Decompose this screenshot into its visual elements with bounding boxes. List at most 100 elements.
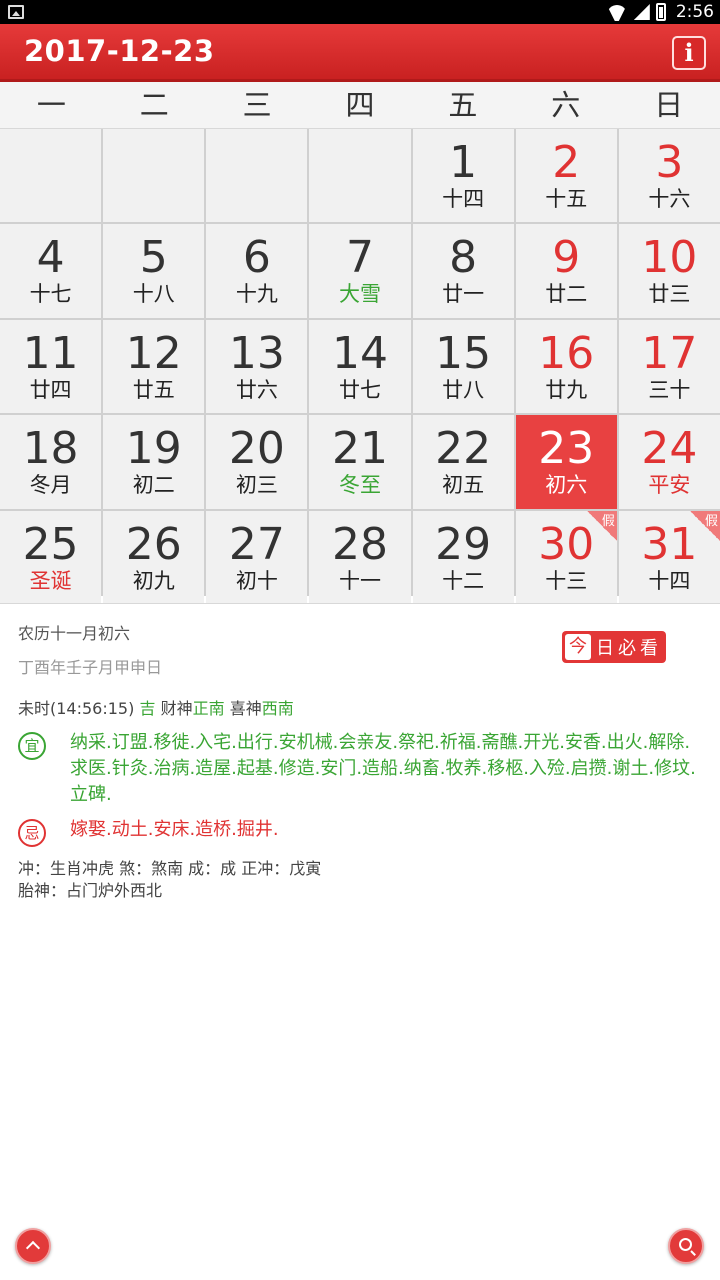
day-number: 25	[22, 518, 79, 570]
festival-label: 平安	[648, 473, 691, 498]
must-read-button[interactable]: 今 日必看	[562, 631, 666, 663]
ji-section: 忌 嫁娶.动土.安床.造桥.掘井.	[18, 817, 708, 847]
calendar-day-empty	[0, 129, 102, 223]
day-number: 4	[36, 232, 65, 284]
calendar-day[interactable]: 19 初二	[103, 415, 205, 509]
calendar-day[interactable]: 假 30 十三	[515, 510, 617, 604]
calendar-day[interactable]: 假 31 十四	[618, 510, 720, 604]
calendar-day[interactable]: 10 廿三	[618, 224, 720, 318]
day-number: 3	[655, 137, 684, 188]
ji-icon: 忌	[18, 819, 46, 847]
calendar-day[interactable]: 25 圣诞	[0, 510, 102, 604]
day-number: 26	[125, 518, 182, 570]
calendar-day-empty	[103, 129, 205, 223]
taishen-line: 胎神：占门炉外西北	[18, 881, 163, 900]
lunar-label: 初六	[545, 473, 588, 498]
calendar-day[interactable]: 21 冬至	[309, 415, 411, 509]
calendar-day[interactable]: 16 廿九	[515, 319, 617, 414]
day-number: 8	[449, 232, 478, 284]
yi-section: 宜 纳采.订盟.移徙.入宅.出行.安机械.会亲友.祭祀.祈福.斋醮.开光.安香.…	[18, 730, 708, 808]
day-number: 5	[139, 232, 168, 284]
holiday-tag: 假	[586, 510, 617, 541]
status-time: 2:56	[675, 2, 714, 22]
calendar-day-empty	[206, 129, 308, 223]
day-number: 13	[228, 327, 285, 379]
calendar-day[interactable]: 3 十六	[618, 129, 720, 223]
calendar-day[interactable]: 26 初九	[103, 510, 205, 604]
holiday-tag-label: 假	[601, 513, 615, 529]
search-button[interactable]	[668, 1228, 704, 1264]
must-read-label: 日必看	[596, 638, 662, 659]
day-number: 9	[552, 232, 581, 284]
lunar-label: 廿三	[648, 282, 691, 307]
calendar-day[interactable]: 1 十四	[412, 129, 514, 223]
calendar-day[interactable]: 6 十九	[206, 224, 308, 318]
calendar-day[interactable]: 24 平安	[618, 415, 720, 509]
solar-term-label: 冬至	[338, 473, 381, 498]
calendar-day[interactable]: 4 十七	[0, 224, 102, 318]
calendar-day-selected[interactable]: 23 初六	[515, 415, 617, 509]
day-number: 16	[538, 327, 595, 379]
weekday-label: 三	[242, 88, 272, 122]
time-luck-line: 未时(14:56:15) 吉 财神正南 喜神西南	[18, 695, 294, 719]
info-button[interactable]: i	[672, 36, 706, 70]
lunar-label: 廿八	[442, 377, 485, 402]
calendar-day[interactable]: 28 十一	[309, 510, 411, 604]
lunar-label: 十一	[338, 568, 381, 593]
calendar-day[interactable]: 17 三十	[618, 319, 720, 414]
day-number: 28	[331, 518, 388, 570]
status-icons: 2:56	[606, 0, 714, 24]
calendar-day[interactable]: 13 廿六	[206, 319, 308, 414]
calendar-day[interactable]: 15 廿八	[412, 319, 514, 414]
calendar-day[interactable]: 22 初五	[412, 415, 514, 509]
day-number: 1	[449, 137, 478, 188]
calendar-day[interactable]: 14 廿七	[309, 319, 411, 414]
status-bar: 2:56	[0, 0, 720, 24]
calendar-day[interactable]: 2 十五	[515, 129, 617, 223]
solar-term-label: 大雪	[338, 282, 381, 307]
calendar-day[interactable]: 11 廿四	[0, 319, 102, 414]
calendar-day[interactable]: 9 廿二	[515, 224, 617, 318]
lunar-label: 初九	[132, 568, 175, 593]
weekday-label: 六	[551, 88, 581, 122]
calendar-day[interactable]: 5 十八	[103, 224, 205, 318]
calendar-day[interactable]: 18 冬月	[0, 415, 102, 509]
day-number: 22	[435, 423, 492, 475]
wifi-icon	[606, 3, 628, 21]
calendar-day[interactable]: 29 十二	[412, 510, 514, 604]
calendar-day[interactable]: 12 廿五	[103, 319, 205, 414]
lunar-label: 廿七	[338, 377, 381, 402]
calendar-day[interactable]: 27 初十	[206, 510, 308, 604]
day-number: 20	[228, 423, 285, 475]
ji-activities: 嫁娶.动土.安床.造桥.掘井.	[70, 819, 279, 840]
must-read-first-char: 今	[565, 634, 591, 660]
lunar-label: 冬月	[29, 473, 72, 498]
calendar-day[interactable]: 20 初三	[206, 415, 308, 509]
weekday-header: 一 二 三 四 五 六 日	[0, 82, 720, 129]
calendar-day[interactable]: 8 廿一	[412, 224, 514, 318]
caishen-label: 财神	[160, 699, 193, 718]
lunar-label: 十八	[132, 282, 175, 307]
calendar-day[interactable]: 7 大雪	[309, 224, 411, 318]
lunar-label: 十七	[29, 282, 72, 307]
day-number: 15	[435, 327, 492, 379]
lunar-date: 农历十一月初六	[18, 624, 131, 643]
holiday-tag-label: 假	[704, 513, 718, 529]
day-details: 农历十一月初六 丁酉年壬子月甲申日 今 日必看 未时(14:56:15) 吉 财…	[0, 603, 720, 900]
weekday-label: 二	[139, 88, 169, 122]
xishen-label: 喜神	[229, 699, 262, 718]
chevron-up-icon	[25, 1240, 41, 1256]
day-number: 19	[125, 423, 182, 475]
lunar-label: 廿六	[235, 377, 278, 402]
day-number: 29	[435, 518, 492, 570]
weekday-label: 四	[345, 88, 375, 122]
caishen-direction: 正南	[192, 699, 225, 718]
lunar-label: 廿二	[545, 282, 588, 307]
selected-date-title[interactable]: 2017-12-23	[24, 34, 215, 68]
lunar-label: 廿四	[29, 377, 72, 402]
yi-activities: 纳采.订盟.移徙.入宅.出行.安机械.会亲友.祭祀.祈福.斋醮.开光.安香.出火…	[70, 732, 696, 805]
day-number: 6	[242, 232, 271, 284]
xishen-direction: 西南	[261, 699, 294, 718]
scroll-up-button[interactable]	[15, 1228, 51, 1264]
search-icon	[679, 1238, 692, 1251]
